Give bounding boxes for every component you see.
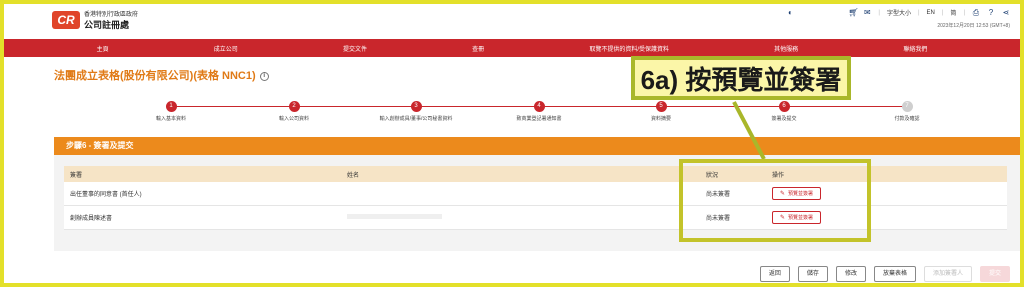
screenshot-frame: CR 香港特別行政區政府 公司註冊處 ◐ 🛒︎ ✉︎ | 字型大小 | EN |… (0, 0, 1024, 287)
callout-highlight-box (679, 159, 871, 242)
save-button[interactable]: 儲存 (797, 266, 828, 282)
abandon-form-button[interactable]: 放棄表格 (873, 266, 916, 282)
action-bar: 返回 儲存 修改 放棄表格 添加簽署人 提交 (759, 266, 1010, 282)
instruction-callout: 6a) 按預覽並簽署 (631, 56, 851, 100)
edit-button[interactable]: 修改 (835, 266, 866, 282)
submit-button[interactable]: 提交 (979, 266, 1010, 282)
back-button[interactable]: 返回 (759, 266, 790, 282)
add-signer-button[interactable]: 添加簽署人 (923, 266, 972, 282)
